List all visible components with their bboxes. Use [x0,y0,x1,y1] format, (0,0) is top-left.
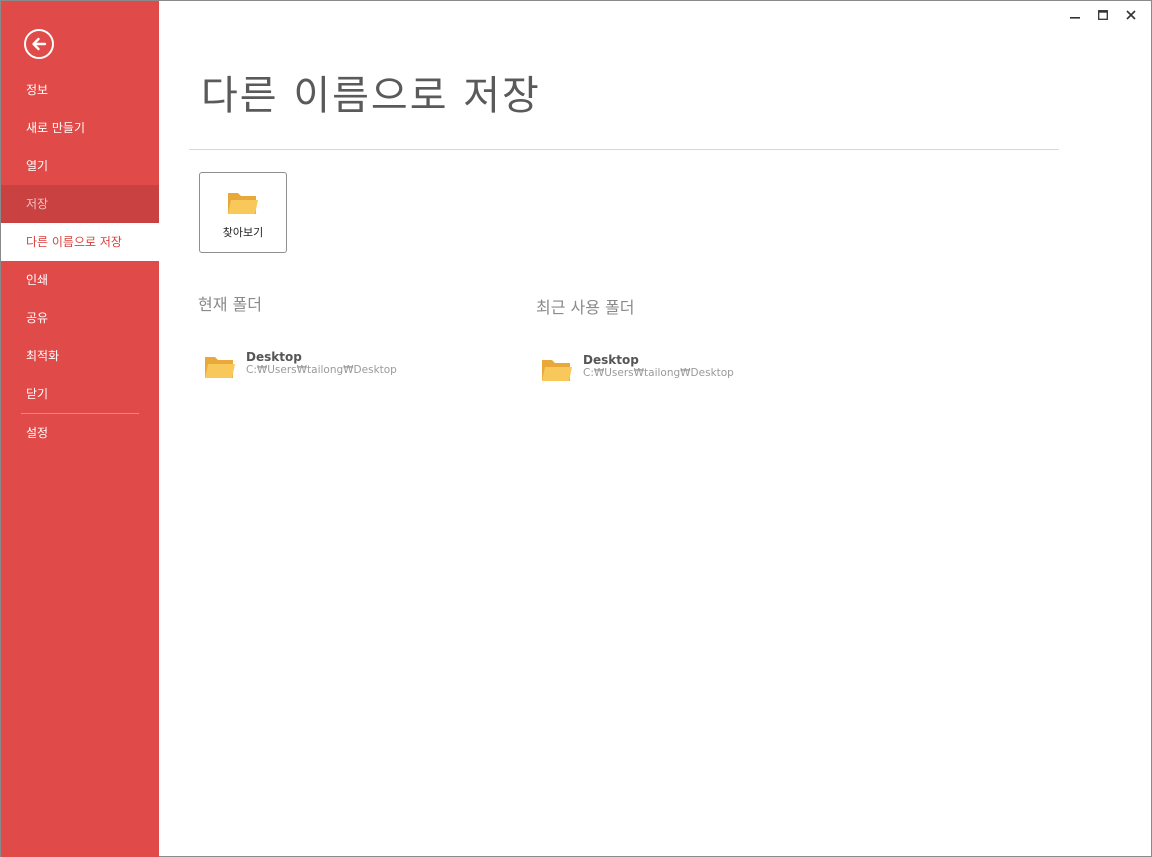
minimize-button[interactable] [1061,5,1089,25]
recent-folders-heading: 최근 사용 폴더 [536,298,635,317]
sidebar-nav: 정보 새로 만들기 열기 저장 다른 이름으로 저장 인쇄 공유 최적화 닫기 … [1,71,159,452]
folder-icon [542,360,572,381]
folder-path: C:₩Users₩tailong₩Desktop [583,367,734,379]
app-window: 정보 새로 만들기 열기 저장 다른 이름으로 저장 인쇄 공유 최적화 닫기 … [0,0,1152,857]
maximize-icon [1098,10,1108,20]
current-folder-entry[interactable]: Desktop C:₩Users₩tailong₩Desktop [204,350,397,380]
current-folder-heading: 현재 폴더 [198,295,262,314]
sidebar-item-settings[interactable]: 설정 [1,414,159,452]
page-title: 다른 이름으로 저장 [201,73,541,119]
sidebar-item-share[interactable]: 공유 [1,299,159,337]
recent-folder-entry[interactable]: Desktop C:₩Users₩tailong₩Desktop [541,353,734,383]
folder-entry-text: Desktop C:₩Users₩tailong₩Desktop [583,353,734,380]
back-button[interactable] [24,29,54,59]
window-controls [1061,5,1145,25]
sidebar-item-open[interactable]: 열기 [1,147,159,185]
sidebar-item-info[interactable]: 정보 [1,71,159,109]
close-button[interactable] [1117,5,1145,25]
sidebar-item-print[interactable]: 인쇄 [1,261,159,299]
close-icon [1126,10,1136,20]
sidebar-item-close[interactable]: 닫기 [1,375,159,413]
title-divider [189,149,1059,150]
sidebar-item-save[interactable]: 저장 [1,185,159,223]
minimize-icon [1070,17,1080,19]
maximize-button[interactable] [1089,5,1117,25]
sidebar-item-save-as[interactable]: 다른 이름으로 저장 [1,223,159,261]
folder-name: Desktop [583,353,639,367]
back-arrow-icon [32,37,47,51]
folder-entry-text: Desktop C:₩Users₩tailong₩Desktop [246,350,397,377]
folder-path: C:₩Users₩tailong₩Desktop [246,364,397,376]
sidebar: 정보 새로 만들기 열기 저장 다른 이름으로 저장 인쇄 공유 최적화 닫기 … [1,1,159,857]
sidebar-divider [21,413,139,414]
folder-icon [205,357,235,378]
folder-name: Desktop [246,350,302,364]
sidebar-item-new[interactable]: 새로 만들기 [1,109,159,147]
folder-icon [228,193,258,214]
browse-button[interactable]: 찾아보기 [199,172,287,253]
browse-label: 찾아보기 [222,226,264,239]
sidebar-item-optimize[interactable]: 최적화 [1,337,159,375]
